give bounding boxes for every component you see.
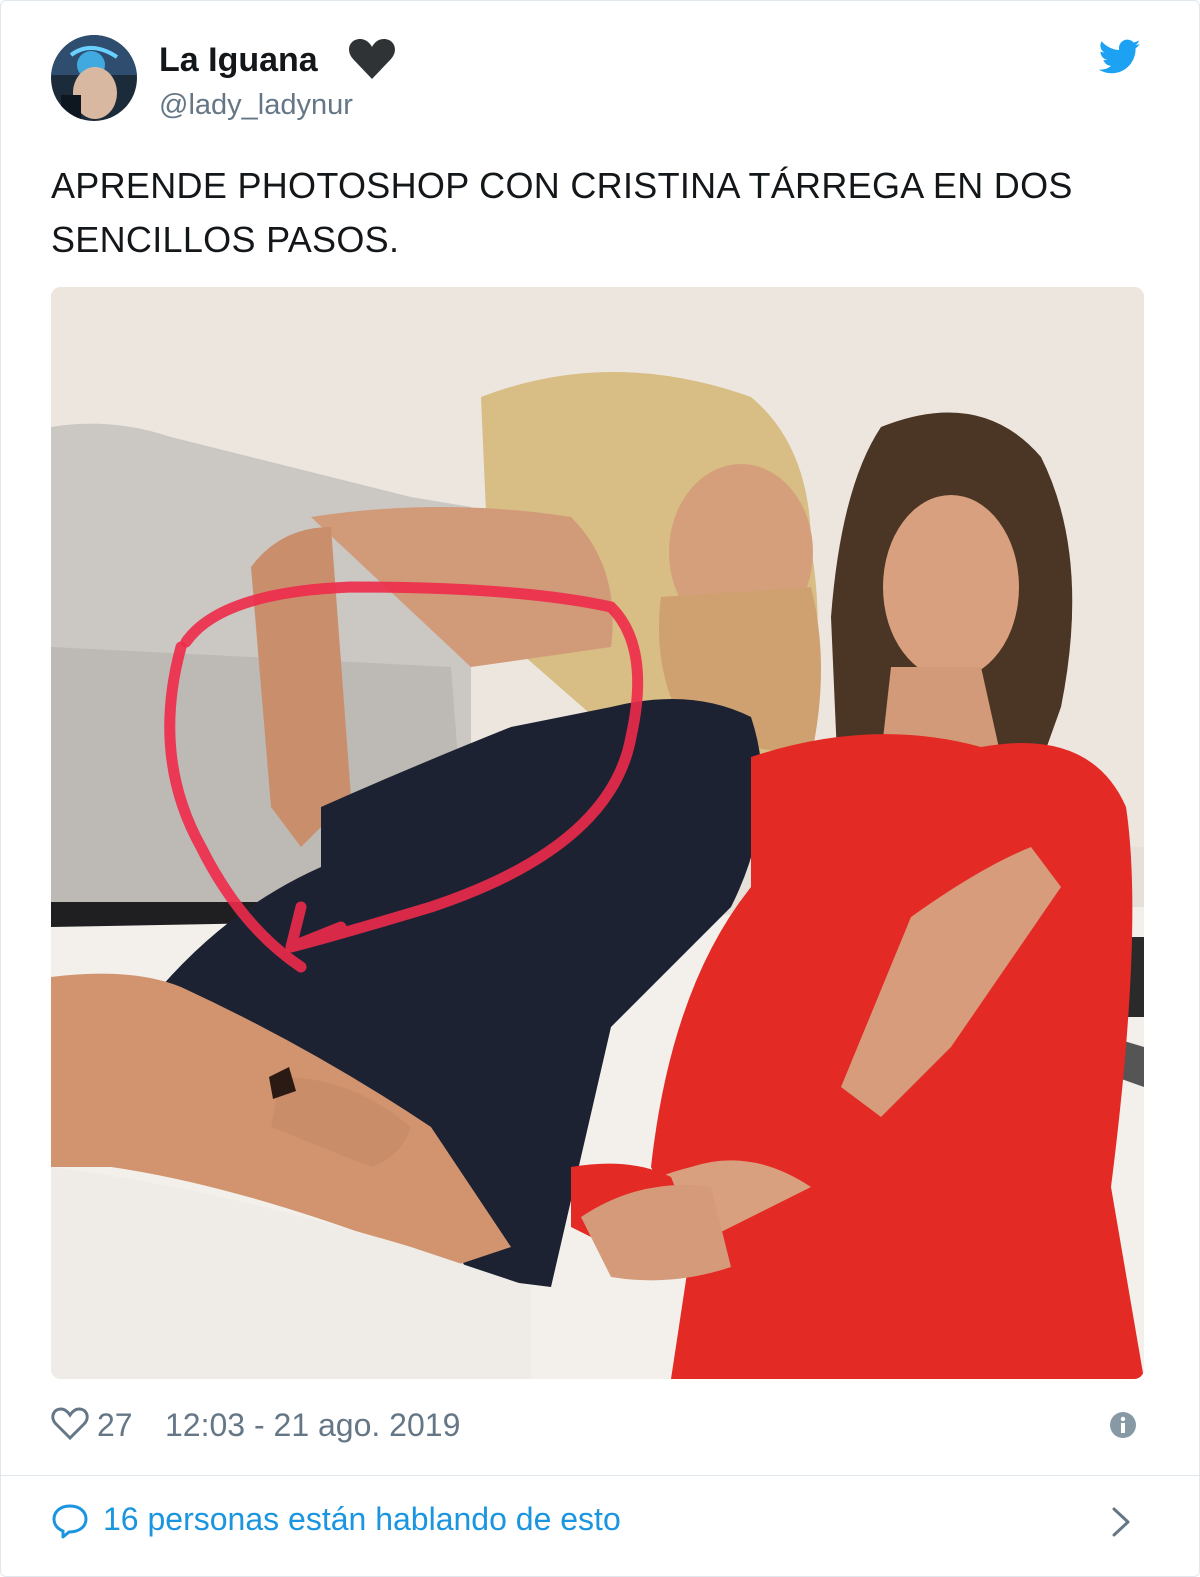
conversation-text[interactable]: 16 personas están hablando de esto [103, 1501, 621, 1538]
author-handle[interactable]: @lady_ladynur [159, 89, 353, 122]
heart-outline-icon[interactable] [51, 1407, 89, 1441]
tweet-card: La Iguana @lady_ladynur APRENDE PHOTOSHO… [0, 0, 1200, 1577]
chevron-right-icon[interactable] [1109, 1505, 1133, 1539]
speech-bubble-icon [51, 1503, 89, 1539]
black-heart-icon [347, 37, 397, 81]
footer-divider [1, 1475, 1199, 1476]
conversation-link[interactable]: 16 personas están hablando de esto [51, 1495, 1144, 1549]
tweet-photo[interactable] [51, 287, 1144, 1379]
author-display-name[interactable]: La Iguana [159, 41, 318, 80]
author-avatar[interactable] [51, 35, 137, 121]
tweet-footer: 27 12:03 - 21 ago. 2019 [51, 1401, 1144, 1453]
twitter-bird-icon[interactable] [1098, 39, 1141, 75]
like-count[interactable]: 27 [97, 1407, 133, 1444]
tweet-text: APRENDE PHOTOSHOP CON CRISTINA TÁRREGA E… [51, 165, 1073, 260]
info-icon[interactable] [1109, 1411, 1137, 1439]
tweet-timestamp[interactable]: 12:03 - 21 ago. 2019 [165, 1407, 460, 1444]
